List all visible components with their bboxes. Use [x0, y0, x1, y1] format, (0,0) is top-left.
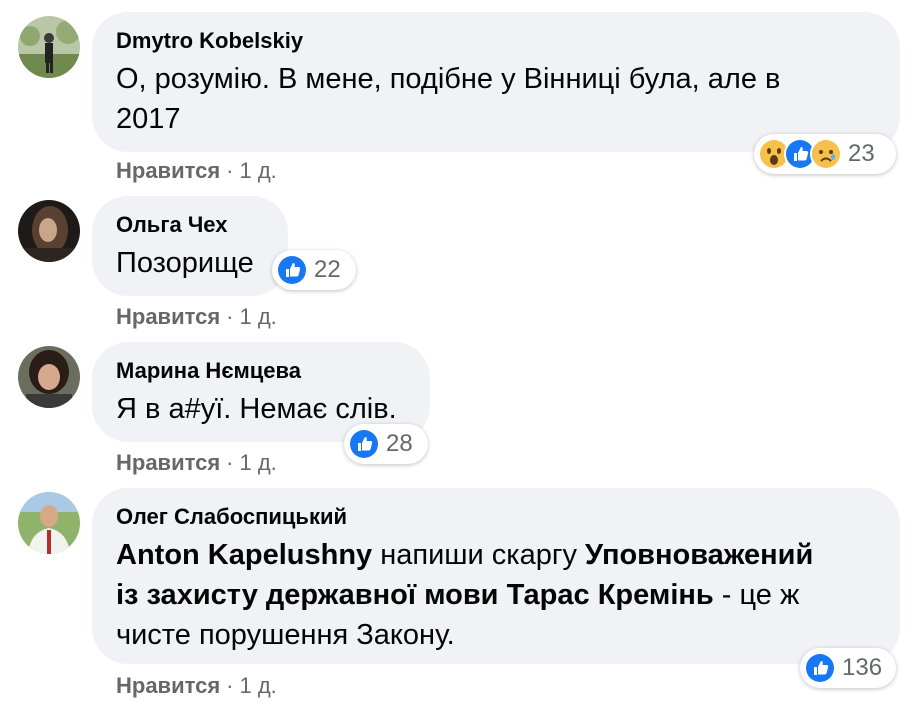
comment-actions: Нравится · 1 д. — [116, 673, 277, 699]
reactions-summary[interactable]: 136 — [800, 648, 896, 688]
mentioned-user-link[interactable]: Anton Kapelushny — [116, 539, 372, 571]
comment-actions: Нравится · 1 д. — [116, 304, 277, 330]
comment-author[interactable]: Марина Нємцева — [116, 357, 406, 385]
reaction-count: 28 — [386, 430, 413, 457]
comment-text-span: чисте порушення Закону. — [116, 619, 455, 651]
comment-bubble: Dmytro Kobelskiy О, розумію. В мене, под… — [92, 12, 900, 152]
reaction-count: 136 — [842, 654, 883, 681]
like-button[interactable]: Нравится — [116, 450, 220, 475]
like-reaction-icon — [276, 254, 308, 286]
mentioned-page-link[interactable]: із захисту державної мови Тарас Кремінь — [116, 579, 714, 611]
timestamp[interactable]: 1 д. — [240, 304, 277, 329]
like-reaction-icon — [348, 428, 380, 460]
reaction-count: 23 — [848, 140, 875, 167]
mentioned-page-link[interactable]: Уповноважений — [585, 539, 813, 571]
timestamp[interactable]: 1 д. — [240, 673, 277, 698]
avatar[interactable] — [18, 346, 80, 408]
comment-bubble: Олег Слабоспицький Anton Kapelushny напи… — [92, 488, 900, 664]
comment-text-line: О, розумію. В мене, подібне у Вінниці бу… — [116, 63, 781, 95]
like-button[interactable]: Нравится — [116, 158, 220, 183]
comment-text: Anton Kapelushny напиши скаргу Уповноваж… — [116, 535, 876, 655]
comment-text-span: напиши скаргу — [372, 539, 586, 571]
comment-bubble: Ольга Чех Позорище — [92, 196, 288, 296]
like-button[interactable]: Нравится — [116, 304, 220, 329]
sad-reaction-icon — [810, 138, 842, 170]
reactions-summary[interactable]: 22 — [272, 250, 356, 290]
like-reaction-icon — [804, 652, 836, 684]
comment-author[interactable]: Олег Слабоспицький — [116, 503, 876, 531]
separator: · — [226, 450, 234, 475]
comment-text: О, розумію. В мене, подібне у Вінниці бу… — [116, 59, 876, 139]
reactions-summary[interactable]: 28 — [344, 424, 428, 464]
comment-author[interactable]: Dmytro Kobelskiy — [116, 27, 876, 55]
timestamp[interactable]: 1 д. — [240, 158, 277, 183]
comment-actions: Нравится · 1 д. — [116, 450, 277, 476]
timestamp[interactable]: 1 д. — [240, 450, 277, 475]
comment-actions: Нравится · 1 д. — [116, 158, 277, 184]
comment-text-span: - це ж — [713, 579, 800, 611]
reaction-count: 22 — [314, 256, 341, 283]
comment-text-line: 2017 — [116, 103, 181, 135]
avatar[interactable] — [18, 200, 80, 262]
separator: · — [226, 673, 234, 698]
avatar[interactable] — [18, 492, 80, 554]
like-button[interactable]: Нравится — [116, 673, 220, 698]
comment-author[interactable]: Ольга Чех — [116, 211, 264, 239]
avatar[interactable] — [18, 16, 80, 78]
separator: · — [226, 158, 234, 183]
comment-text: Позорище — [116, 247, 254, 279]
reactions-summary[interactable]: 23 — [754, 134, 896, 174]
separator: · — [226, 304, 234, 329]
comment-text: Я в а#уї. Немає слів. — [116, 393, 397, 425]
